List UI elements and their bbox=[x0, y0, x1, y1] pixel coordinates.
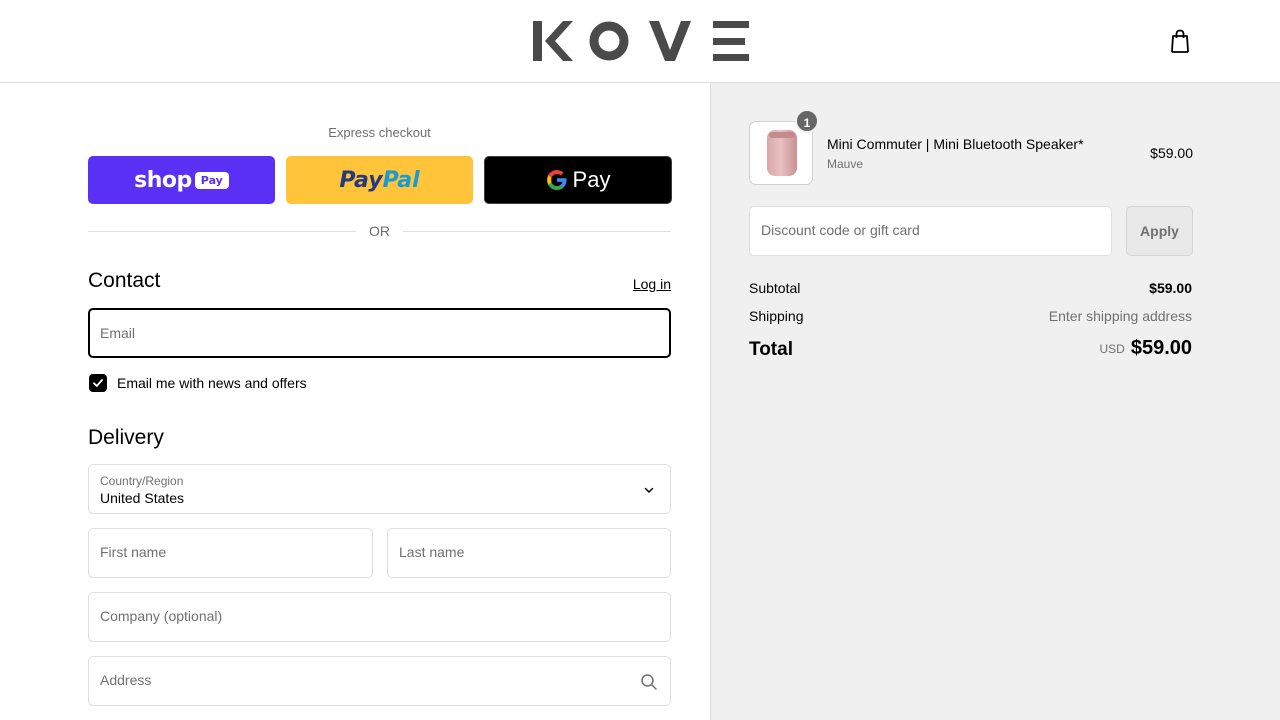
or-divider: OR bbox=[88, 222, 671, 242]
checkout-form-panel: Express checkout shop Pay PayPal Pay OR … bbox=[0, 83, 710, 720]
shop-pay-button[interactable]: shop Pay bbox=[88, 156, 275, 204]
google-g-icon bbox=[546, 170, 567, 190]
total-amount: USD $59.00 bbox=[1099, 337, 1192, 360]
first-name-field[interactable]: First name bbox=[88, 528, 373, 578]
chevron-down-icon bbox=[644, 487, 654, 493]
paypal-wordmark: PayPal bbox=[339, 167, 420, 193]
shop-pay-pill: Pay bbox=[194, 171, 229, 189]
company-field[interactable]: Company (optional) bbox=[88, 592, 671, 642]
divider-line bbox=[88, 231, 356, 232]
paypal-button[interactable]: PayPal bbox=[286, 156, 473, 204]
order-summary-panel: 1 Mini Commuter | Mini Bluetooth Speaker… bbox=[710, 83, 1280, 720]
site-header bbox=[0, 0, 1280, 83]
shipping-value: Enter shipping address bbox=[1048, 308, 1192, 324]
currency-code: USD bbox=[1099, 342, 1125, 356]
or-text: OR bbox=[369, 223, 390, 239]
country-label: Country/Region bbox=[100, 474, 184, 488]
total-label: Total bbox=[749, 339, 793, 360]
country-value: United States bbox=[100, 490, 185, 506]
checkmark-icon bbox=[93, 379, 103, 387]
last-name-placeholder: Last name bbox=[399, 544, 465, 560]
first-name-placeholder: First name bbox=[100, 544, 167, 560]
discount-placeholder: Discount code or gift card bbox=[761, 222, 920, 238]
quantity-badge: 1 bbox=[795, 109, 819, 133]
product-price: $59.00 bbox=[1150, 145, 1193, 161]
subtotal-value: $59.00 bbox=[1149, 280, 1192, 296]
company-placeholder: Company (optional) bbox=[100, 608, 223, 624]
express-checkout-label: Express checkout bbox=[328, 125, 431, 140]
apply-discount-button[interactable]: Apply bbox=[1126, 206, 1193, 256]
newsletter-label[interactable]: Email me with news and offers bbox=[117, 375, 307, 391]
subtotal-label: Subtotal bbox=[749, 280, 801, 296]
address-placeholder: Address bbox=[100, 672, 152, 688]
contact-heading: Contact bbox=[88, 269, 161, 292]
shop-pay-wordmark: shop bbox=[134, 167, 192, 193]
product-name: Mini Commuter | Mini Bluetooth Speaker* bbox=[827, 136, 1084, 152]
google-pay-button[interactable]: Pay bbox=[484, 156, 672, 204]
search-icon[interactable] bbox=[640, 673, 658, 691]
speaker-image bbox=[767, 130, 797, 176]
delivery-heading: Delivery bbox=[88, 426, 164, 449]
newsletter-checkbox[interactable] bbox=[89, 374, 107, 392]
address-field[interactable]: Address bbox=[88, 656, 671, 706]
product-variant: Mauve bbox=[827, 157, 864, 171]
google-pay-label: Pay bbox=[572, 167, 611, 192]
brand-logo[interactable] bbox=[533, 20, 749, 62]
discount-code-field[interactable]: Discount code or gift card bbox=[749, 206, 1112, 256]
log-in-link[interactable]: Log in bbox=[620, 276, 671, 292]
country-select[interactable]: Country/Region United States bbox=[88, 464, 671, 514]
divider-line bbox=[403, 231, 671, 232]
shopping-bag-icon[interactable] bbox=[1168, 28, 1192, 54]
shipping-label: Shipping bbox=[749, 308, 804, 324]
last-name-field[interactable]: Last name bbox=[387, 528, 671, 578]
email-field[interactable]: Email bbox=[88, 308, 671, 358]
email-placeholder: Email bbox=[100, 325, 136, 341]
total-value: $59.00 bbox=[1130, 337, 1192, 359]
